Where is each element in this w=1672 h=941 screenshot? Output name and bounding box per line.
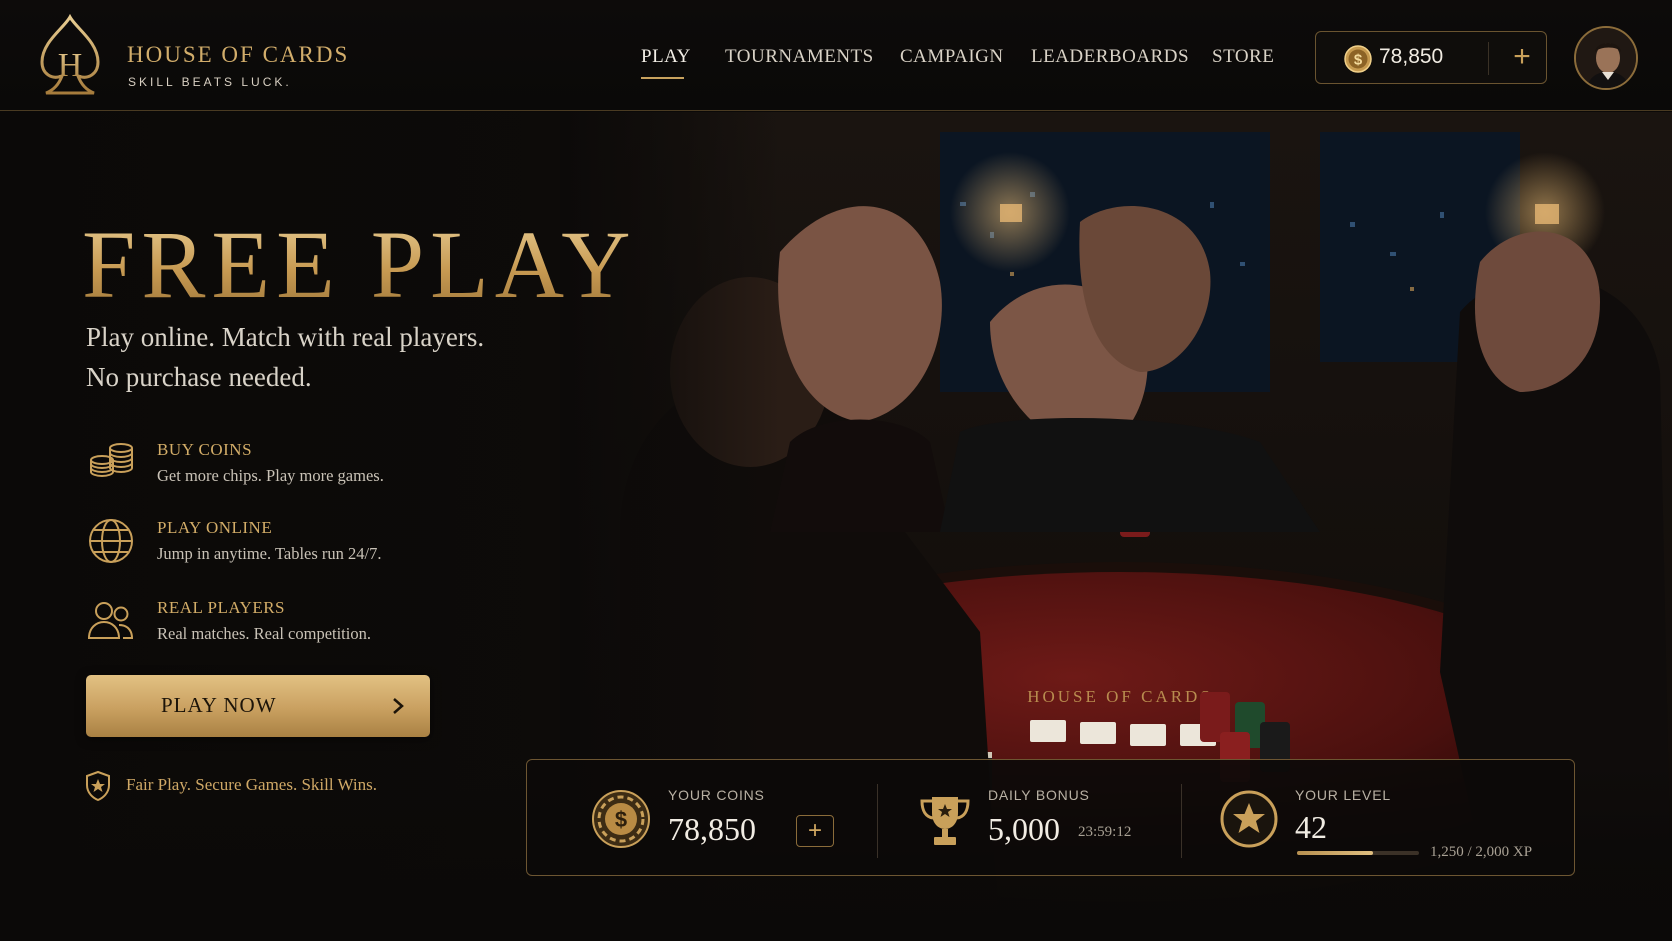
svg-text:$: $ bbox=[1354, 52, 1363, 69]
feature-title: PLAY ONLINE bbox=[157, 518, 273, 537]
nav-store[interactable]: STORE bbox=[1212, 46, 1274, 68]
wallet-divider bbox=[1488, 42, 1489, 75]
stats-divider bbox=[1181, 784, 1182, 858]
svg-text:H: H bbox=[58, 47, 83, 84]
feature-desc: Get more chips. Play more games. bbox=[157, 466, 384, 485]
chevron-right-icon bbox=[393, 698, 404, 714]
hero-subtitle-line2: No purchase needed. bbox=[86, 362, 312, 392]
coins-value: 78,850 bbox=[668, 811, 756, 847]
hero-subtitle-line1: Play online. Match with real players. bbox=[86, 322, 485, 352]
nav-leaderboards[interactable]: LEADERBOARDS bbox=[1031, 46, 1189, 68]
player-stats-panel: $ YOUR COINS 78,850 + DAILY BONUS 5,000 … bbox=[526, 759, 1575, 876]
globe-icon bbox=[89, 519, 133, 563]
wallet-balance[interactable]: $ 78,850 + bbox=[1315, 31, 1547, 84]
hero-section: HOUSE OF CARDS FREE PLAY Play online. Ma… bbox=[0, 112, 1672, 941]
nav-play[interactable]: PLAY bbox=[641, 46, 691, 68]
coin-icon: $ bbox=[592, 790, 650, 848]
xp-text: 1,250 / 2,000 XP bbox=[1430, 844, 1533, 860]
level-value: 42 bbox=[1295, 809, 1327, 845]
stats-divider bbox=[877, 784, 878, 858]
feature-title: REAL PLAYERS bbox=[157, 598, 286, 617]
user-avatar[interactable] bbox=[1574, 26, 1638, 90]
brand-title[interactable]: HOUSE OF CARDS bbox=[127, 42, 349, 68]
feature-buy-coins[interactable]: BUY COINS Get more chips. Play more game… bbox=[86, 438, 506, 498]
feature-desc: Real matches. Real competition. bbox=[157, 624, 371, 643]
top-header: H HOUSE OF CARDS SKILL BEATS LUCK. PLAY … bbox=[0, 0, 1672, 111]
nav-tournaments[interactable]: TOURNAMENTS bbox=[725, 46, 874, 68]
add-coins-stat-button[interactable]: + bbox=[796, 815, 834, 847]
star-badge-icon bbox=[1220, 790, 1278, 848]
shield-star-icon bbox=[86, 770, 110, 802]
hero-title: FREE PLAY bbox=[82, 211, 637, 318]
xp-progress-fill bbox=[1297, 851, 1374, 855]
dollar-coin-icon: $ bbox=[1344, 45, 1372, 73]
play-now-label: PLAY NOW bbox=[161, 693, 277, 717]
wallet-balance-value: 78,850 bbox=[1379, 45, 1444, 68]
spade-logo-icon[interactable]: H bbox=[34, 14, 106, 98]
avatar-portrait bbox=[1576, 28, 1636, 88]
add-coins-button[interactable]: + bbox=[1508, 41, 1536, 73]
daily-bonus-value: 5,000 bbox=[988, 811, 1060, 847]
nav-active-indicator bbox=[641, 77, 684, 79]
level-label: YOUR LEVEL bbox=[1295, 787, 1391, 803]
feature-desc: Jump in anytime. Tables run 24/7. bbox=[157, 544, 382, 563]
coin-stack-icon bbox=[90, 443, 133, 478]
daily-bonus-label: DAILY BONUS bbox=[988, 787, 1090, 803]
coins-label: YOUR COINS bbox=[668, 787, 765, 803]
xp-progress-bar bbox=[1297, 851, 1419, 855]
feature-real-players[interactable]: REAL PLAYERS Real matches. Real competit… bbox=[86, 596, 506, 656]
feature-play-online[interactable]: PLAY ONLINE Jump in anytime. Tables run … bbox=[86, 516, 506, 576]
daily-bonus-timer: 23:59:12 bbox=[1078, 824, 1132, 840]
fair-play-text: Fair Play. Secure Games. Skill Wins. bbox=[126, 775, 377, 794]
svg-text:HOUSE OF CARDS: HOUSE OF CARDS bbox=[1027, 687, 1213, 706]
svg-text:$: $ bbox=[615, 807, 627, 832]
trophy-icon bbox=[920, 797, 970, 845]
users-icon bbox=[87, 602, 134, 639]
brand-tagline: SKILL BEATS LUCK. bbox=[128, 75, 292, 89]
feature-title: BUY COINS bbox=[157, 440, 253, 459]
nav-campaign[interactable]: CAMPAIGN bbox=[900, 46, 1004, 68]
play-now-button[interactable]: PLAY NOW bbox=[86, 675, 430, 737]
